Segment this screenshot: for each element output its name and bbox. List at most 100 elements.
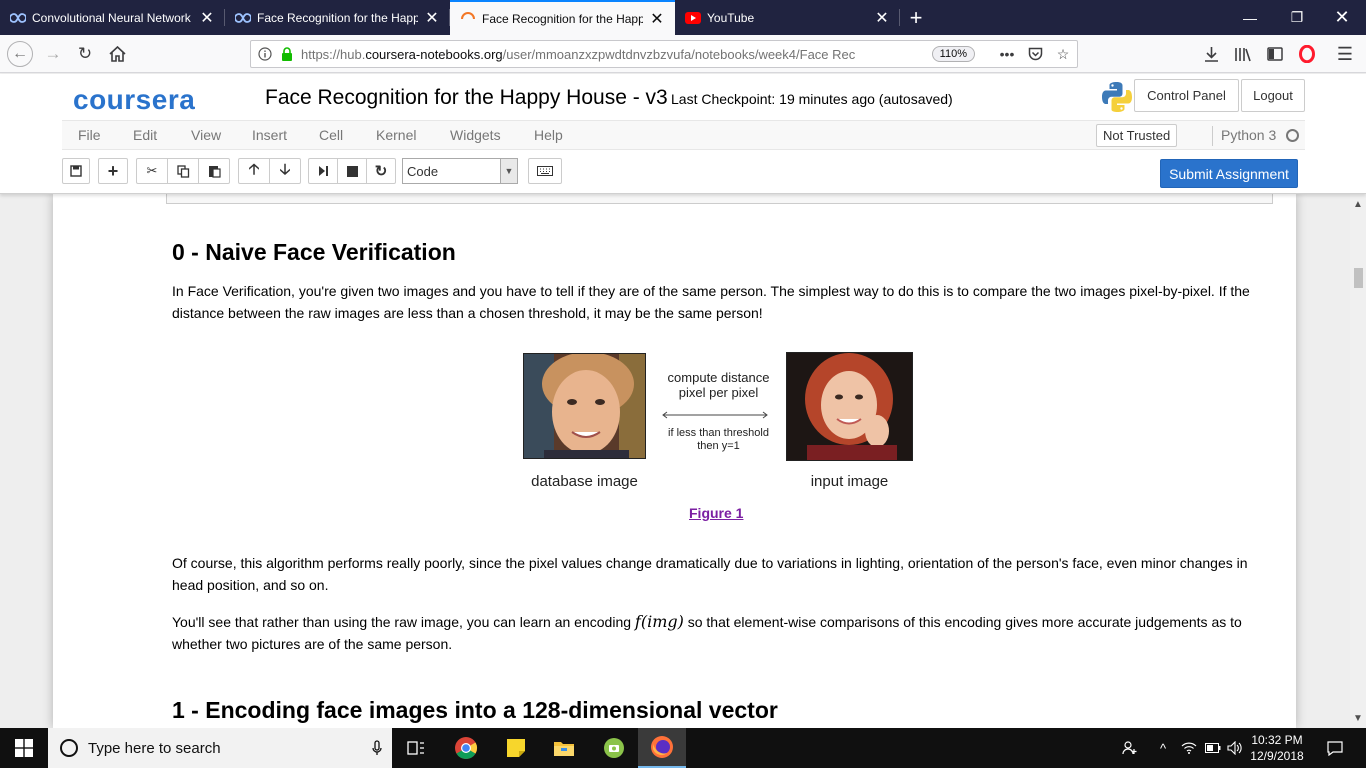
cell-type-value: Code: [407, 163, 439, 179]
url-prefix: https://hub.: [301, 46, 366, 62]
pocket-icon[interactable]: [1021, 47, 1049, 61]
url-text[interactable]: https://hub.coursera-notebooks.org/user/…: [301, 47, 932, 62]
tab-close-icon[interactable]: ✕: [199, 8, 215, 28]
hamburger-icon: ☰: [1336, 43, 1354, 64]
lock-icon[interactable]: [279, 47, 295, 61]
menu-edit[interactable]: Edit: [133, 127, 157, 143]
forward-button[interactable]: →: [38, 39, 68, 69]
insert-cell-button[interactable]: +: [98, 158, 128, 184]
tab-close-icon[interactable]: ✕: [874, 8, 890, 28]
copy-button[interactable]: [167, 158, 199, 184]
sidebar-button[interactable]: [1260, 39, 1290, 69]
tab-title: Face Recognition for the Happy: [482, 11, 643, 26]
tab-title: Convolutional Neural Network: [32, 10, 191, 25]
firefox-taskbar-button[interactable]: [638, 728, 686, 768]
taskbar-clock[interactable]: 10:32 PM 12/9/2018: [1244, 732, 1310, 764]
action-center-icon[interactable]: [1318, 728, 1352, 768]
menu-insert[interactable]: Insert: [252, 127, 287, 143]
command-palette-button[interactable]: [528, 158, 562, 184]
library-icon: [1235, 47, 1251, 61]
figure-caption[interactable]: Figure 1: [689, 505, 743, 521]
previous-code-cell[interactable]: [166, 194, 1273, 204]
save-button[interactable]: [62, 158, 90, 184]
info-icon[interactable]: [251, 47, 279, 61]
menu-widgets[interactable]: Widgets: [450, 127, 501, 143]
menu-help[interactable]: Help: [534, 127, 563, 143]
menu-button[interactable]: ☰: [1330, 39, 1360, 69]
battery-icon[interactable]: [1202, 728, 1224, 768]
tab-close-icon[interactable]: ✕: [424, 8, 440, 28]
page-scrollbar[interactable]: ▲ ▼: [1350, 194, 1366, 728]
section-heading-0: 0 - Naive Face Verification: [172, 239, 456, 265]
file-explorer-taskbar-button[interactable]: [540, 728, 588, 768]
home-button[interactable]: [102, 39, 132, 69]
submit-assignment-button[interactable]: Submit Assignment: [1160, 159, 1298, 188]
youtube-icon: [685, 10, 701, 26]
menu-cell[interactable]: Cell: [319, 127, 343, 143]
start-button[interactable]: [0, 728, 48, 768]
restore-button[interactable]: ❐: [1273, 0, 1321, 35]
menu-file[interactable]: File: [78, 127, 101, 143]
paragraph-performance: Of course, this algorithm performs reall…: [172, 555, 1248, 593]
notebook-title[interactable]: Face Recognition for the Happy House - v…: [265, 86, 668, 110]
threshold-label: if less than threshold then y=1: [651, 427, 786, 453]
downloads-button[interactable]: [1196, 39, 1226, 69]
clock-date: 12/9/2018: [1250, 749, 1304, 763]
logout-button[interactable]: Logout: [1241, 79, 1305, 112]
browser-tab-2[interactable]: Face Recognition for the Happy ✕: [225, 0, 450, 35]
chrome-taskbar-button[interactable]: [442, 728, 490, 768]
move-down-button[interactable]: 🡣: [269, 158, 301, 184]
browser-tab-1[interactable]: Convolutional Neural Network ✕: [0, 0, 225, 35]
opera-extension-button[interactable]: [1292, 39, 1322, 69]
url-bar[interactable]: https://hub.coursera-notebooks.org/user/…: [250, 40, 1078, 68]
bookmark-star-icon[interactable]: ☆: [1049, 46, 1077, 63]
plus-icon: +: [107, 160, 119, 181]
cut-button[interactable]: ✂: [136, 158, 168, 184]
windows-taskbar: Type here to search ^ 10:32 PM 12/9/2018: [0, 728, 1366, 768]
folder-icon: [554, 742, 574, 756]
cell-type-select[interactable]: Code ▼: [402, 158, 518, 184]
taskbar-search-box[interactable]: Type here to search: [48, 728, 392, 768]
paste-button[interactable]: [198, 158, 230, 184]
scroll-down-icon[interactable]: ▼: [1350, 710, 1366, 726]
task-view-button[interactable]: [392, 728, 440, 768]
encoding-math: f(img): [634, 612, 684, 631]
browser-tab-3-active[interactable]: Face Recognition for the Happy ✕: [450, 0, 675, 35]
reload-button[interactable]: ↻: [70, 39, 100, 69]
not-trusted-badge[interactable]: Not Trusted: [1096, 124, 1178, 147]
page-actions-icon[interactable]: •••: [993, 46, 1021, 62]
task-view-icon: [407, 741, 424, 755]
browser-tab-4[interactable]: YouTube ✕: [675, 0, 900, 35]
library-button[interactable]: [1228, 39, 1258, 69]
scroll-up-icon[interactable]: ▲: [1350, 196, 1366, 212]
compute-line-1: compute distance: [667, 370, 770, 385]
reload-icon: ↻: [77, 44, 93, 63]
people-icon[interactable]: [1116, 728, 1144, 768]
volume-icon[interactable]: [1224, 728, 1246, 768]
browser-tab-strip: Convolutional Neural Network ✕ Face Reco…: [0, 0, 1366, 35]
new-tab-button[interactable]: +: [900, 0, 932, 35]
wifi-icon[interactable]: [1178, 728, 1200, 768]
android-app-taskbar-button[interactable]: [590, 728, 638, 768]
back-button[interactable]: ←: [5, 39, 35, 69]
zoom-level-badge[interactable]: 110%: [931, 46, 975, 62]
sticky-notes-taskbar-button[interactable]: [492, 728, 540, 768]
forward-arrow-icon: →: [44, 44, 62, 63]
microphone-icon[interactable]: [362, 740, 392, 756]
interrupt-button[interactable]: [337, 158, 367, 184]
tab-close-icon[interactable]: ✕: [649, 9, 665, 29]
close-window-button[interactable]: ✕: [1318, 0, 1366, 35]
run-button[interactable]: [308, 158, 338, 184]
minimize-button[interactable]: —: [1226, 0, 1274, 35]
kernel-name[interactable]: Python 3: [1221, 127, 1276, 143]
save-icon: [70, 165, 82, 177]
menu-kernel[interactable]: Kernel: [376, 127, 416, 143]
coursera-logo[interactable]: coursera: [73, 84, 195, 116]
restart-button[interactable]: ↻: [366, 158, 396, 184]
menu-view[interactable]: View: [191, 127, 221, 143]
scroll-thumb[interactable]: [1354, 268, 1363, 288]
browser-navbar: ← → ↻ https://hub.coursera-notebooks.org…: [0, 35, 1366, 73]
control-panel-button[interactable]: Control Panel: [1134, 79, 1239, 112]
move-up-button[interactable]: 🡡: [238, 158, 270, 184]
show-hidden-icons-chevron-icon[interactable]: ^: [1152, 728, 1174, 768]
